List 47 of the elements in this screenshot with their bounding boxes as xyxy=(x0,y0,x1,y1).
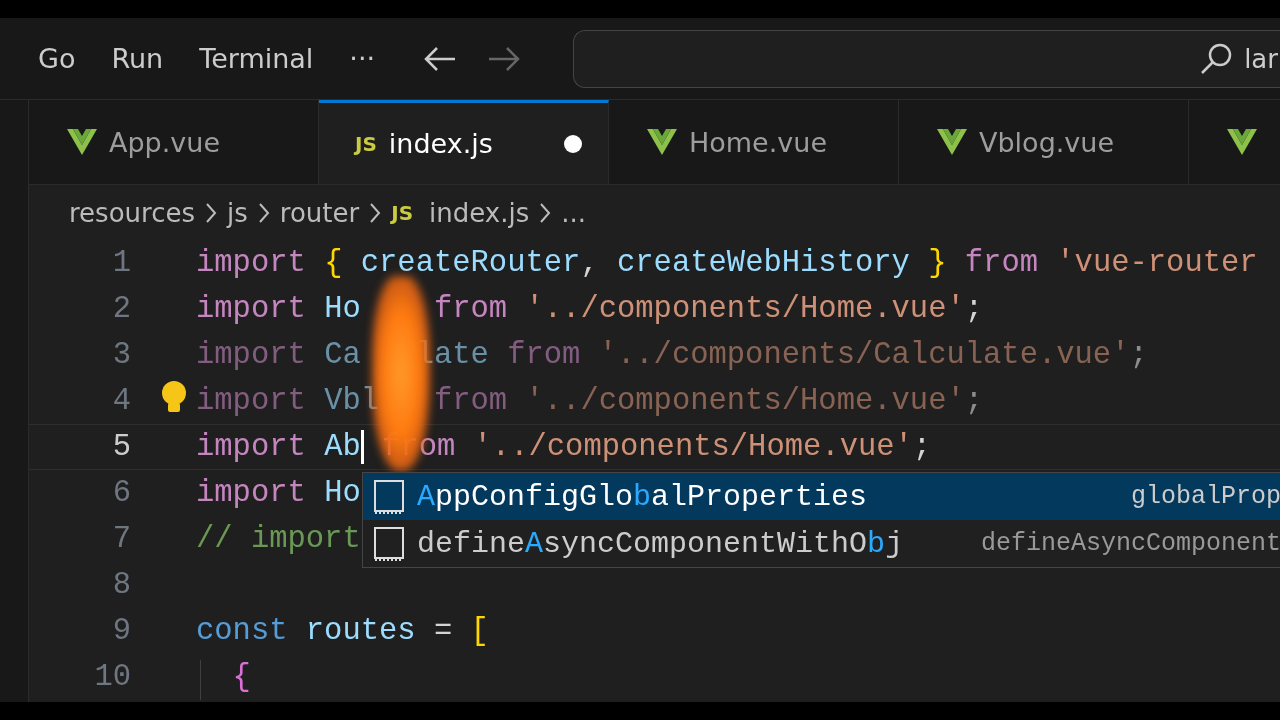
back-arrow-icon[interactable] xyxy=(423,45,458,72)
line-number: 7 xyxy=(111,522,131,556)
chevron-icon xyxy=(539,201,552,224)
breadcrumb-item[interactable]: ... xyxy=(561,197,586,228)
editor-tab[interactable]: Vblog.vue xyxy=(899,100,1189,184)
line-number: 8 xyxy=(111,568,131,602)
js-icon: JS xyxy=(355,131,377,156)
breadcrumb-item[interactable]: index.js xyxy=(429,197,530,228)
editor-tab[interactable]: Home.vue xyxy=(609,100,899,184)
chevron-icon xyxy=(369,201,382,224)
square-icon xyxy=(373,525,405,562)
line-number: 1 xyxy=(111,246,131,280)
code-line: import { createRouter, createWebHistory } from 'vue-router xyxy=(196,246,1258,280)
line-number: 5 xyxy=(111,430,131,464)
breadcrumb-item[interactable]: resources xyxy=(69,197,195,228)
code-line: const routes = [ xyxy=(196,614,489,648)
forward-arrow-icon[interactable] xyxy=(487,45,522,72)
menu-item[interactable]: Go xyxy=(38,43,76,74)
menu-item[interactable]: Terminal xyxy=(199,43,314,74)
vue-icon xyxy=(67,129,97,155)
vue-icon xyxy=(1227,129,1257,155)
suggestion-item[interactable]: AppConfigGlobalProperties globalProp xyxy=(363,473,1280,520)
vue-icon xyxy=(647,129,677,155)
vue-icon xyxy=(937,129,967,155)
code-line: { xyxy=(231,660,251,694)
breadcrumb-item[interactable]: js xyxy=(227,197,248,228)
code-line: import Ho from '../components/Home.vue'; xyxy=(196,292,984,326)
line-number: 3 xyxy=(111,338,131,372)
square-icon xyxy=(373,478,405,515)
code-line: import Ho xyxy=(196,476,361,510)
menu-item[interactable]: Run xyxy=(111,43,164,74)
unsaved-dot-icon xyxy=(564,134,582,153)
chevron-icon xyxy=(205,201,217,224)
line-number: 2 xyxy=(111,292,131,326)
js-icon: JS xyxy=(391,200,414,225)
more-menu[interactable]: ··· xyxy=(349,43,376,74)
line-number: 9 xyxy=(111,614,131,648)
chevron-icon xyxy=(257,201,270,224)
suggestion-item[interactable]: defineAsyncComponentWithObj defineAsyncComponent xyxy=(363,520,1280,567)
lightbulb-icon[interactable] xyxy=(160,380,188,414)
code-line: // import xyxy=(196,522,361,556)
line-number: 6 xyxy=(111,476,131,510)
editor-tab[interactable]: JS index.js xyxy=(319,100,609,184)
search-field[interactable]: lar xyxy=(573,29,1280,88)
line-number: 10 xyxy=(93,660,131,694)
line-number: 4 xyxy=(111,384,131,418)
breadcrumb-item[interactable]: router xyxy=(279,197,360,228)
